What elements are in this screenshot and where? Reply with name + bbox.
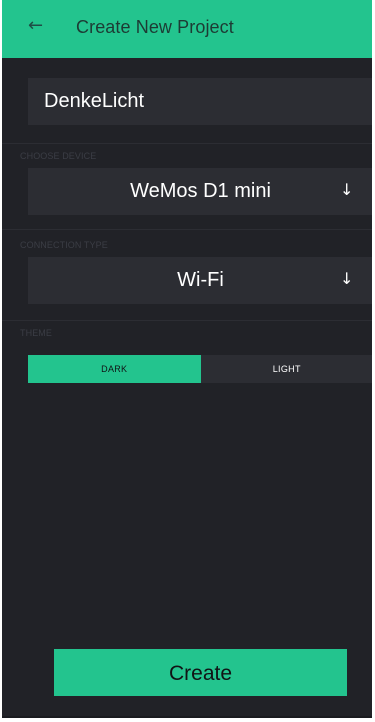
device-select[interactable]: WeMos D1 mini ↓ [28,168,372,215]
section-divider [2,320,372,321]
page-title: Create New Project [76,17,234,37]
theme-option-light[interactable]: LIGHT [201,355,373,383]
device-select-value: WeMos D1 mini [130,180,271,202]
create-button[interactable]: Create [54,649,347,696]
choose-device-label: CHOOSE DEVICE [20,151,97,161]
project-name-input[interactable] [28,78,372,125]
connection-type-label: CONNECTION TYPE [20,240,108,250]
arrow-down-icon: ↓ [340,269,354,288]
section-divider [2,143,372,144]
section-divider [2,229,372,230]
theme-option-dark[interactable]: DARK [28,355,201,383]
back-arrow-icon[interactable]: ← [28,16,46,36]
theme-label: THEME [20,328,52,338]
app-header: ← Create New Project [2,0,372,58]
connection-type-select[interactable]: Wi-Fi ↓ [28,257,372,304]
connection-select-value: Wi-Fi [177,269,224,291]
create-project-screen: ← Create New Project CHOOSE DEVICE WeMos… [2,0,372,718]
arrow-down-icon: ↓ [340,180,354,199]
theme-toggle[interactable]: DARK LIGHT [28,355,372,383]
